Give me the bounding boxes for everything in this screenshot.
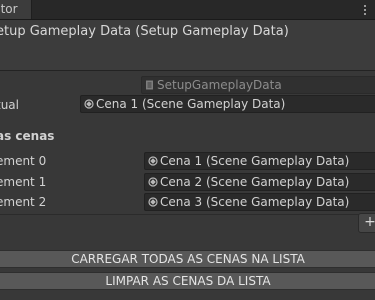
clear-scenes-button[interactable]: LIMPAR AS CENAS DA LISTA	[0, 272, 375, 290]
element-2-label: ement 2	[0, 195, 47, 209]
element-1-value: Cena 2 (Scene Gameplay Data)	[160, 175, 350, 189]
more-options-icon[interactable]	[357, 0, 375, 19]
inspector-window: ctor etup Gameplay Data (Setup Gameplay …	[0, 0, 375, 300]
load-all-scenes-button[interactable]: CARREGAR TODAS AS CENAS NA LISTA	[0, 250, 375, 268]
add-element-button[interactable]: +	[358, 213, 375, 233]
script-field-value: SetupGameplayData	[157, 78, 282, 92]
current-scene-value: Cena 1 (Scene Gameplay Data)	[96, 97, 286, 111]
element-2-value: Cena 3 (Scene Gameplay Data)	[160, 195, 350, 209]
scenes-list-label[interactable]: as cenas	[0, 127, 54, 145]
script-file-icon	[146, 80, 153, 90]
scriptable-object-icon	[84, 99, 94, 109]
scriptable-object-icon	[148, 156, 158, 166]
tab-inspector-label: ctor	[0, 2, 18, 16]
current-scene-field[interactable]: Cena 1 (Scene Gameplay Data)	[80, 95, 375, 113]
tab-bar: ctor	[0, 0, 375, 20]
element-2-field[interactable]: Cena 3 (Scene Gameplay Data)	[144, 193, 375, 211]
scriptable-object-icon	[148, 197, 158, 207]
element-0-label: ement 0	[0, 154, 47, 168]
element-0-value: Cena 1 (Scene Gameplay Data)	[160, 154, 350, 168]
tab-inspector[interactable]: ctor	[0, 0, 32, 19]
script-field: SetupGameplayData	[141, 76, 375, 94]
component-title: etup Gameplay Data (Setup Gameplay Data)	[0, 24, 289, 39]
current-scene-label: tual	[0, 98, 19, 112]
scriptable-object-icon	[148, 177, 158, 187]
element-1-label: ement 1	[0, 175, 47, 189]
element-1-field[interactable]: Cena 2 (Scene Gameplay Data)	[144, 173, 375, 191]
element-0-field[interactable]: Cena 1 (Scene Gameplay Data)	[144, 152, 375, 170]
inspector-header: etup Gameplay Data (Setup Gameplay Data)	[0, 20, 375, 71]
